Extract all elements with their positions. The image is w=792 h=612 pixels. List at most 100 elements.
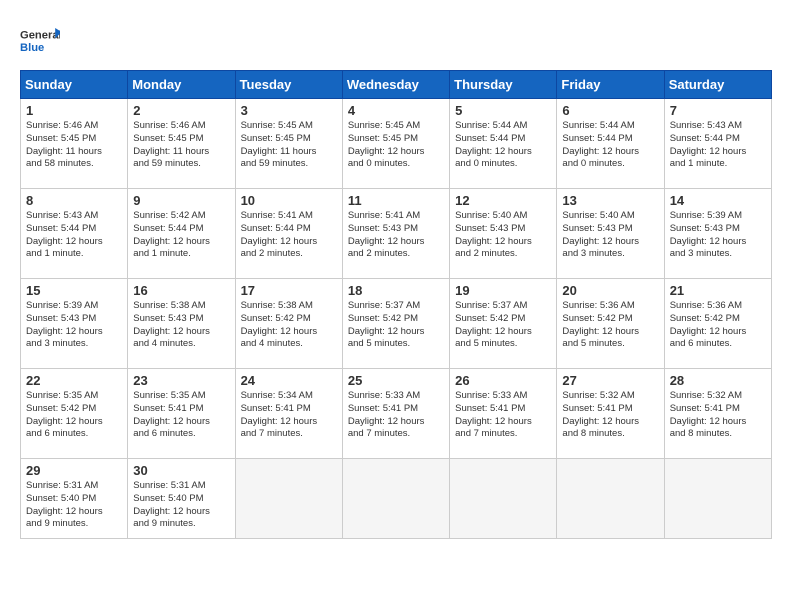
week-row-3: 15 Sunrise: 5:39 AMSunset: 5:43 PMDaylig… — [21, 279, 772, 369]
calendar-cell — [664, 459, 771, 539]
calendar-cell: 3 Sunrise: 5:45 AMSunset: 5:45 PMDayligh… — [235, 99, 342, 189]
day-info: Sunrise: 5:31 AMSunset: 5:40 PMDaylight:… — [133, 480, 229, 531]
day-info: Sunrise: 5:41 AMSunset: 5:43 PMDaylight:… — [348, 210, 444, 261]
calendar-cell: 9 Sunrise: 5:42 AMSunset: 5:44 PMDayligh… — [128, 189, 235, 279]
calendar-cell: 11 Sunrise: 5:41 AMSunset: 5:43 PMDaylig… — [342, 189, 449, 279]
day-number: 15 — [26, 283, 122, 298]
week-row-4: 22 Sunrise: 5:35 AMSunset: 5:42 PMDaylig… — [21, 369, 772, 459]
day-info: Sunrise: 5:36 AMSunset: 5:42 PMDaylight:… — [670, 300, 766, 351]
day-info: Sunrise: 5:42 AMSunset: 5:44 PMDaylight:… — [133, 210, 229, 261]
calendar-cell: 28 Sunrise: 5:32 AMSunset: 5:41 PMDaylig… — [664, 369, 771, 459]
calendar-cell: 12 Sunrise: 5:40 AMSunset: 5:43 PMDaylig… — [450, 189, 557, 279]
week-row-5: 29 Sunrise: 5:31 AMSunset: 5:40 PMDaylig… — [21, 459, 772, 539]
calendar-cell: 1 Sunrise: 5:46 AMSunset: 5:45 PMDayligh… — [21, 99, 128, 189]
day-of-week-row: SundayMondayTuesdayWednesdayThursdayFrid… — [21, 71, 772, 99]
day-info: Sunrise: 5:44 AMSunset: 5:44 PMDaylight:… — [562, 120, 658, 171]
day-number: 18 — [348, 283, 444, 298]
day-number: 5 — [455, 103, 551, 118]
day-number: 19 — [455, 283, 551, 298]
day-info: Sunrise: 5:33 AMSunset: 5:41 PMDaylight:… — [348, 390, 444, 441]
day-info: Sunrise: 5:40 AMSunset: 5:43 PMDaylight:… — [562, 210, 658, 261]
calendar-cell: 18 Sunrise: 5:37 AMSunset: 5:42 PMDaylig… — [342, 279, 449, 369]
dow-header-monday: Monday — [128, 71, 235, 99]
day-number: 9 — [133, 193, 229, 208]
dow-header-sunday: Sunday — [21, 71, 128, 99]
calendar-cell: 19 Sunrise: 5:37 AMSunset: 5:42 PMDaylig… — [450, 279, 557, 369]
day-number: 22 — [26, 373, 122, 388]
day-number: 14 — [670, 193, 766, 208]
day-info: Sunrise: 5:44 AMSunset: 5:44 PMDaylight:… — [455, 120, 551, 171]
calendar-cell: 20 Sunrise: 5:36 AMSunset: 5:42 PMDaylig… — [557, 279, 664, 369]
day-number: 11 — [348, 193, 444, 208]
day-info: Sunrise: 5:43 AMSunset: 5:44 PMDaylight:… — [670, 120, 766, 171]
day-info: Sunrise: 5:35 AMSunset: 5:41 PMDaylight:… — [133, 390, 229, 441]
calendar-cell: 23 Sunrise: 5:35 AMSunset: 5:41 PMDaylig… — [128, 369, 235, 459]
calendar-cell: 30 Sunrise: 5:31 AMSunset: 5:40 PMDaylig… — [128, 459, 235, 539]
day-info: Sunrise: 5:40 AMSunset: 5:43 PMDaylight:… — [455, 210, 551, 261]
calendar-cell: 10 Sunrise: 5:41 AMSunset: 5:44 PMDaylig… — [235, 189, 342, 279]
day-number: 12 — [455, 193, 551, 208]
dow-header-thursday: Thursday — [450, 71, 557, 99]
dow-header-friday: Friday — [557, 71, 664, 99]
calendar-cell: 17 Sunrise: 5:38 AMSunset: 5:42 PMDaylig… — [235, 279, 342, 369]
day-number: 3 — [241, 103, 337, 118]
day-info: Sunrise: 5:34 AMSunset: 5:41 PMDaylight:… — [241, 390, 337, 441]
calendar-cell: 26 Sunrise: 5:33 AMSunset: 5:41 PMDaylig… — [450, 369, 557, 459]
day-info: Sunrise: 5:38 AMSunset: 5:42 PMDaylight:… — [241, 300, 337, 351]
day-info: Sunrise: 5:38 AMSunset: 5:43 PMDaylight:… — [133, 300, 229, 351]
calendar-cell: 14 Sunrise: 5:39 AMSunset: 5:43 PMDaylig… — [664, 189, 771, 279]
day-info: Sunrise: 5:45 AMSunset: 5:45 PMDaylight:… — [348, 120, 444, 171]
dow-header-saturday: Saturday — [664, 71, 771, 99]
day-number: 28 — [670, 373, 766, 388]
calendar-cell: 22 Sunrise: 5:35 AMSunset: 5:42 PMDaylig… — [21, 369, 128, 459]
logo: General Blue — [20, 20, 60, 60]
day-info: Sunrise: 5:46 AMSunset: 5:45 PMDaylight:… — [26, 120, 122, 171]
day-number: 2 — [133, 103, 229, 118]
day-number: 21 — [670, 283, 766, 298]
day-number: 1 — [26, 103, 122, 118]
calendar-cell: 5 Sunrise: 5:44 AMSunset: 5:44 PMDayligh… — [450, 99, 557, 189]
day-info: Sunrise: 5:37 AMSunset: 5:42 PMDaylight:… — [348, 300, 444, 351]
calendar-cell: 25 Sunrise: 5:33 AMSunset: 5:41 PMDaylig… — [342, 369, 449, 459]
day-number: 6 — [562, 103, 658, 118]
calendar-cell — [557, 459, 664, 539]
dow-header-wednesday: Wednesday — [342, 71, 449, 99]
day-number: 13 — [562, 193, 658, 208]
calendar-cell: 24 Sunrise: 5:34 AMSunset: 5:41 PMDaylig… — [235, 369, 342, 459]
day-number: 26 — [455, 373, 551, 388]
day-number: 7 — [670, 103, 766, 118]
day-info: Sunrise: 5:35 AMSunset: 5:42 PMDaylight:… — [26, 390, 122, 441]
day-number: 20 — [562, 283, 658, 298]
calendar-cell — [450, 459, 557, 539]
calendar-cell: 16 Sunrise: 5:38 AMSunset: 5:43 PMDaylig… — [128, 279, 235, 369]
day-info: Sunrise: 5:45 AMSunset: 5:45 PMDaylight:… — [241, 120, 337, 171]
calendar-cell: 21 Sunrise: 5:36 AMSunset: 5:42 PMDaylig… — [664, 279, 771, 369]
day-number: 23 — [133, 373, 229, 388]
day-info: Sunrise: 5:39 AMSunset: 5:43 PMDaylight:… — [670, 210, 766, 261]
day-number: 24 — [241, 373, 337, 388]
calendar-cell: 29 Sunrise: 5:31 AMSunset: 5:40 PMDaylig… — [21, 459, 128, 539]
svg-text:Blue: Blue — [20, 42, 44, 54]
week-row-2: 8 Sunrise: 5:43 AMSunset: 5:44 PMDayligh… — [21, 189, 772, 279]
calendar-cell — [342, 459, 449, 539]
day-number: 29 — [26, 463, 122, 478]
calendar-cell: 7 Sunrise: 5:43 AMSunset: 5:44 PMDayligh… — [664, 99, 771, 189]
day-number: 16 — [133, 283, 229, 298]
svg-text:General: General — [20, 29, 60, 41]
day-info: Sunrise: 5:37 AMSunset: 5:42 PMDaylight:… — [455, 300, 551, 351]
day-number: 25 — [348, 373, 444, 388]
day-info: Sunrise: 5:43 AMSunset: 5:44 PMDaylight:… — [26, 210, 122, 261]
week-row-1: 1 Sunrise: 5:46 AMSunset: 5:45 PMDayligh… — [21, 99, 772, 189]
day-number: 8 — [26, 193, 122, 208]
day-number: 4 — [348, 103, 444, 118]
calendar-cell: 6 Sunrise: 5:44 AMSunset: 5:44 PMDayligh… — [557, 99, 664, 189]
day-info: Sunrise: 5:32 AMSunset: 5:41 PMDaylight:… — [562, 390, 658, 441]
calendar-table: SundayMondayTuesdayWednesdayThursdayFrid… — [20, 70, 772, 539]
calendar-cell: 2 Sunrise: 5:46 AMSunset: 5:45 PMDayligh… — [128, 99, 235, 189]
day-info: Sunrise: 5:32 AMSunset: 5:41 PMDaylight:… — [670, 390, 766, 441]
day-number: 27 — [562, 373, 658, 388]
calendar-cell — [235, 459, 342, 539]
day-number: 17 — [241, 283, 337, 298]
calendar-cell: 15 Sunrise: 5:39 AMSunset: 5:43 PMDaylig… — [21, 279, 128, 369]
day-number: 30 — [133, 463, 229, 478]
